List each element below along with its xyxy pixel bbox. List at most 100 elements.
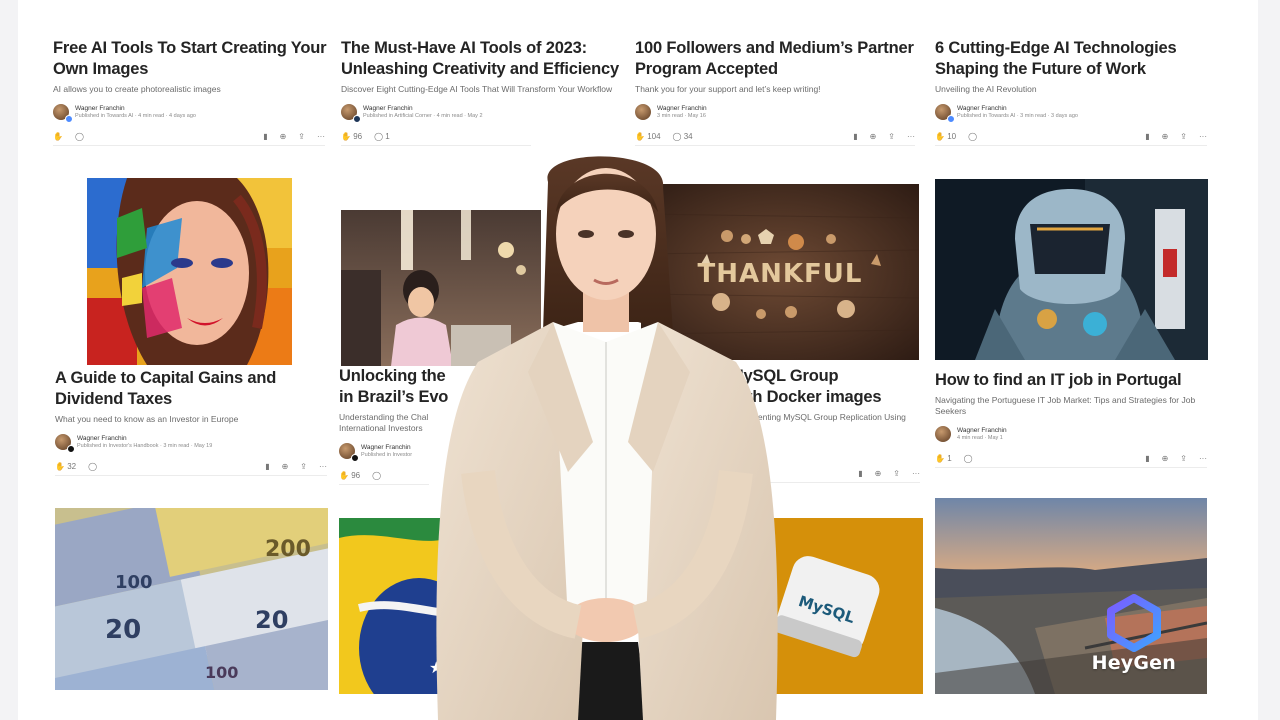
- clap-icon[interactable]: ✋ 10: [935, 133, 956, 141]
- article-card[interactable]: How to find an IT job in Portugal Naviga…: [935, 370, 1211, 468]
- play-icon[interactable]: ⊕: [875, 470, 882, 478]
- bookmark-icon[interactable]: ▮: [1145, 455, 1149, 463]
- share-icon[interactable]: ⇪: [300, 463, 307, 471]
- article-subtitle: Unveiling the AI Revolution: [935, 84, 1037, 94]
- play-icon[interactable]: ⊕: [870, 133, 877, 141]
- article-card[interactable]: 6 Cutting-Edge AI Technologies Shaping t…: [935, 38, 1211, 146]
- article-subtitle: Discover Eight Cutting-Edge AI Tools Tha…: [341, 84, 613, 94]
- article-subtitle: AI allows you to create photorealistic i…: [53, 84, 221, 94]
- article-image-robot[interactable]: [935, 179, 1208, 360]
- bookmark-icon[interactable]: ▮: [858, 470, 862, 478]
- clap-count: 10: [947, 132, 957, 141]
- clap-icon[interactable]: ✋ 104: [635, 133, 661, 141]
- avatar[interactable]: [339, 443, 359, 462]
- article-meta: Published in Artificial Corner · 4 min r…: [363, 113, 483, 119]
- bookmark-icon[interactable]: ▮: [1145, 133, 1149, 141]
- response-count: 34: [683, 132, 693, 141]
- clap-count: 96: [353, 132, 363, 141]
- share-icon[interactable]: ⇪: [298, 133, 305, 141]
- comment-icon[interactable]: ◯: [372, 472, 381, 480]
- more-icon[interactable]: ···: [317, 133, 325, 141]
- more-icon[interactable]: ···: [912, 470, 920, 478]
- avatar[interactable]: [935, 104, 955, 123]
- author-name[interactable]: Wagner Franchin: [361, 444, 412, 451]
- comment-icon[interactable]: ◯: [968, 133, 977, 141]
- clap-icon[interactable]: ✋ 96: [339, 472, 360, 480]
- clap-icon[interactable]: ✋ 96: [341, 133, 362, 141]
- article-actions: ✋ 10 ◯ ▮ ⊕ ⇪ ···: [935, 132, 1207, 146]
- share-icon[interactable]: ⇪: [888, 133, 895, 141]
- clap-icon[interactable]: ✋ 32: [55, 463, 76, 471]
- author-row: Wagner Franchin 4 min read · May 1: [935, 426, 1211, 442]
- article-meta: Published in Investor's Handbook · 3 min…: [77, 443, 213, 449]
- comment-icon[interactable]: ◯ 1: [374, 133, 390, 141]
- author-name[interactable]: Wagner Franchin: [957, 427, 1007, 434]
- clap-count: 96: [351, 471, 361, 480]
- bookmark-icon[interactable]: ▮: [265, 463, 269, 471]
- clap-icon[interactable]: ✋: [53, 133, 63, 141]
- article-title[interactable]: Free AI Tools To Start Creating Your Own…: [53, 38, 329, 80]
- clap-count: 32: [67, 462, 77, 471]
- more-icon[interactable]: ···: [1199, 133, 1207, 141]
- comment-icon[interactable]: ◯: [964, 455, 973, 463]
- play-icon[interactable]: ⊕: [282, 463, 289, 471]
- more-icon[interactable]: ···: [1199, 455, 1207, 463]
- author-name[interactable]: Wagner Franchin: [957, 105, 1078, 112]
- clap-count: 1: [947, 454, 952, 463]
- article-image-pop-art-portrait[interactable]: [87, 178, 292, 365]
- article-meta: Published in Towards AI · 4 min read · 4…: [75, 113, 196, 119]
- article-grid: Free AI Tools To Start Creating Your Own…: [18, 0, 1258, 720]
- article-title[interactable]: A Guide to Capital Gains and Dividend Ta…: [55, 368, 331, 410]
- comment-icon[interactable]: ◯: [88, 463, 97, 471]
- banknote-value: 100: [205, 663, 238, 682]
- article-actions: ✋ ◯ ▮ ⊕ ⇪ ···: [53, 132, 325, 146]
- heygen-watermark: HeyGen: [1092, 594, 1176, 674]
- author-name[interactable]: Wagner Franchin: [363, 105, 483, 112]
- bookmark-icon[interactable]: ▮: [853, 133, 857, 141]
- article-card[interactable]: The Must-Have AI Tools of 2023: Unleashi…: [341, 38, 621, 146]
- response-count: 1: [385, 132, 390, 141]
- article-meta: 4 min read · May 1: [957, 435, 1003, 441]
- article-title[interactable]: 6 Cutting-Edge AI Technologies Shaping t…: [935, 38, 1211, 80]
- comment-icon[interactable]: ◯: [75, 133, 84, 141]
- more-icon[interactable]: ···: [907, 133, 915, 141]
- author-row: Wagner Franchin Published in Investor's …: [55, 434, 331, 453]
- play-icon[interactable]: ⊕: [1162, 455, 1169, 463]
- share-icon[interactable]: ⇪: [1180, 455, 1187, 463]
- avatar[interactable]: [935, 426, 951, 442]
- avatar[interactable]: [53, 104, 73, 123]
- article-subtitle: Navigating the Portuguese IT Job Market:…: [935, 395, 1196, 416]
- article-meta: Published in Investor: [361, 452, 413, 458]
- article-title[interactable]: How to find an IT job in Portugal: [935, 370, 1211, 391]
- avatar[interactable]: [635, 104, 651, 120]
- article-image-euro-banknotes[interactable]: 200 100 20 20 100: [55, 508, 328, 690]
- share-icon[interactable]: ⇪: [1180, 133, 1187, 141]
- article-card[interactable]: 100 Followers and Medium’s Partner Progr…: [635, 38, 925, 146]
- author-name[interactable]: Wagner Franchin: [77, 435, 212, 442]
- heygen-brand-text: HeyGen: [1091, 652, 1176, 674]
- bookmark-icon[interactable]: ▮: [263, 133, 267, 141]
- article-actions: ✋ 96 ◯: [339, 471, 429, 485]
- author-name[interactable]: Wagner Franchin: [657, 105, 707, 112]
- article-subtitle: Thank you for your support and let’s kee…: [635, 84, 821, 94]
- article-meta: 3 min read · May 16: [657, 113, 706, 119]
- clap-icon[interactable]: ✋ 1: [935, 455, 952, 463]
- article-actions: ✋ 1 ◯ ▮ ⊕ ⇪ ···: [935, 454, 1207, 468]
- avatar[interactable]: [341, 104, 361, 123]
- banknote-value: 100: [115, 572, 153, 593]
- play-icon[interactable]: ⊕: [1162, 133, 1169, 141]
- share-icon[interactable]: ⇪: [893, 470, 900, 478]
- play-icon[interactable]: ⊕: [280, 133, 287, 141]
- comment-icon[interactable]: ◯ 34: [673, 133, 693, 141]
- article-title[interactable]: 100 Followers and Medium’s Partner Progr…: [635, 38, 925, 80]
- author-row: Wagner Franchin Published in Towards AI …: [53, 104, 329, 123]
- article-actions: ✋ 32 ◯ ▮ ⊕ ⇪ ···: [55, 462, 327, 476]
- article-subtitle: What you need to know as an Investor in …: [55, 414, 239, 424]
- article-card[interactable]: A Guide to Capital Gains and Dividend Ta…: [55, 368, 331, 476]
- more-icon[interactable]: ···: [319, 463, 327, 471]
- article-card[interactable]: Free AI Tools To Start Creating Your Own…: [53, 38, 329, 146]
- article-title[interactable]: The Must-Have AI Tools of 2023: Unleashi…: [341, 38, 621, 80]
- author-name[interactable]: Wagner Franchin: [75, 105, 196, 112]
- article-meta: Published in Towards AI · 3 min read · 3…: [957, 113, 1078, 119]
- avatar[interactable]: [55, 434, 75, 453]
